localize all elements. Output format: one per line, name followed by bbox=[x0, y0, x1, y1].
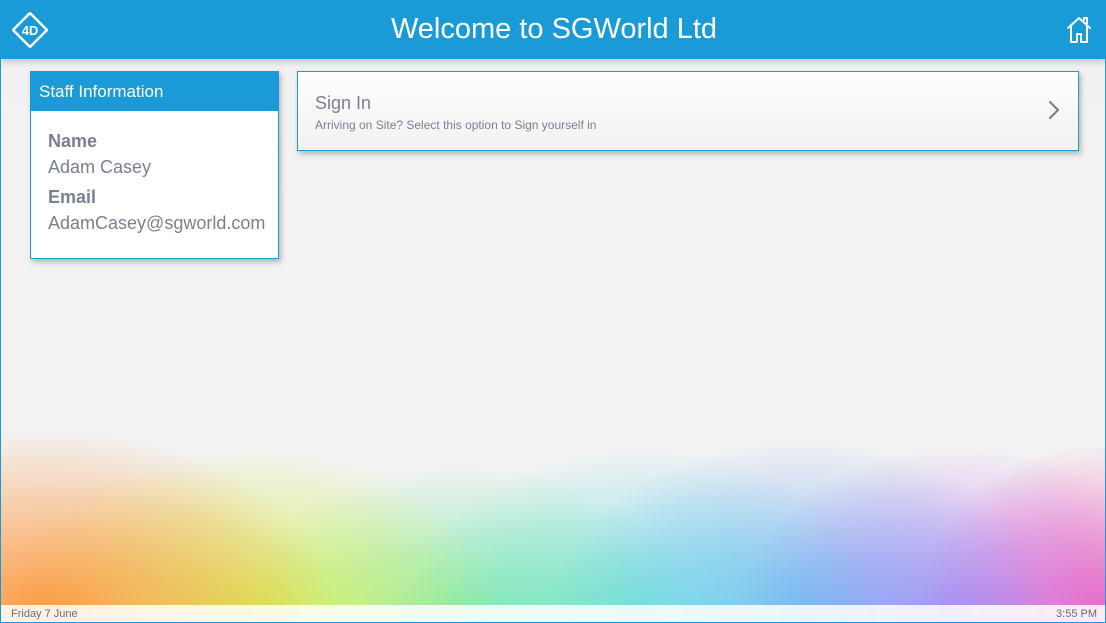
home-icon[interactable] bbox=[1066, 16, 1092, 44]
header-bar: 4D Welcome to SGWorld Ltd bbox=[1, 1, 1105, 59]
staff-information-panel: Staff Information Name Adam Casey Email … bbox=[30, 71, 279, 259]
sign-in-title: Sign In bbox=[315, 93, 372, 113]
staff-information-body: Name Adam Casey Email AdamCasey@sgworld.… bbox=[31, 111, 278, 234]
email-value: AdamCasey@sgworld.com bbox=[48, 213, 266, 233]
email-label: Email bbox=[48, 187, 97, 207]
name-value: Adam Casey bbox=[48, 157, 152, 177]
page-title: Welcome to SGWorld Ltd bbox=[390, 13, 718, 45]
status-bar: Friday 7 June 3:55 PM bbox=[1, 605, 1105, 622]
footer-time: 3:55 PM bbox=[1056, 608, 1097, 620]
chevron-right-icon bbox=[1046, 98, 1062, 122]
name-label: Name bbox=[48, 131, 98, 151]
footer-date: Friday 7 June bbox=[11, 608, 78, 620]
sign-in-button[interactable]: Sign In Arriving on Site? Select this op… bbox=[297, 71, 1079, 151]
sign-in-subtitle: Arriving on Site? Select this option to … bbox=[315, 118, 597, 132]
app-window: 4D Welcome to SGWorld Ltd Staff Informat… bbox=[0, 0, 1106, 623]
staff-information-heading: Staff Information bbox=[31, 72, 278, 111]
